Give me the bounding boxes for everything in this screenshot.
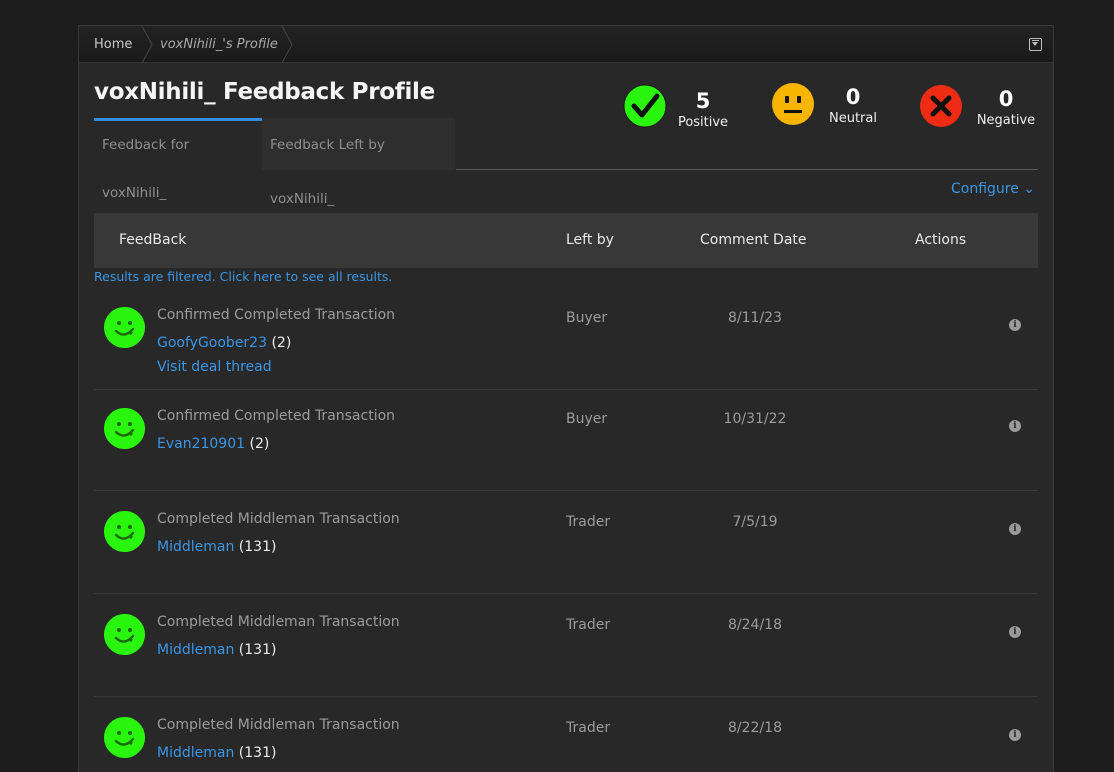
neutral-face-icon xyxy=(772,83,814,125)
filter-notice-link[interactable]: Results are filtered. Click here to see … xyxy=(94,269,392,284)
tab-divider xyxy=(456,169,1038,170)
negative-label: Negative xyxy=(976,113,1036,128)
feedback-user-link[interactable]: Middleman (131) xyxy=(157,642,276,658)
positive-label: Positive xyxy=(677,115,729,130)
page-title: voxNihili_ Feedback Profile xyxy=(94,79,435,105)
smiley-positive-icon xyxy=(104,717,145,758)
smiley-positive-icon xyxy=(104,408,145,449)
breadcrumb-current[interactable]: voxNihili_'s Profile xyxy=(160,26,278,63)
user-name[interactable]: Middleman xyxy=(157,539,234,555)
neutral-label: Neutral xyxy=(829,111,877,126)
user-feedback-count: (2) xyxy=(271,335,292,351)
user-feedback-count: (131) xyxy=(238,642,277,658)
deal-thread-link[interactable]: Visit deal thread xyxy=(157,359,272,375)
comment-date: 8/11/23 xyxy=(728,310,782,326)
user-name[interactable]: Middleman xyxy=(157,642,234,658)
feedback-type: Confirmed Completed Transaction xyxy=(157,408,396,424)
left-by: Trader xyxy=(566,514,611,530)
neutral-count: 0 xyxy=(845,85,861,109)
left-by: Trader xyxy=(566,720,611,736)
table-row: Confirmed Completed Transaction GoofyGoo… xyxy=(94,287,1038,390)
smiley-positive-icon xyxy=(104,307,145,348)
table-row: Confirmed Completed Transaction Evan2109… xyxy=(94,388,1038,491)
positive-count: 5 xyxy=(695,89,711,113)
positive-check-icon xyxy=(623,84,667,128)
info-icon[interactable]: i xyxy=(1009,729,1021,741)
user-feedback-count: (131) xyxy=(238,745,277,761)
negative-count: 0 xyxy=(998,87,1014,111)
left-by: Buyer xyxy=(566,411,608,427)
breadcrumb-separator-icon xyxy=(141,26,153,63)
smiley-positive-icon xyxy=(104,511,145,552)
tab-feedback-for[interactable]: Feedback for voxNihili_ xyxy=(94,118,262,201)
tab-feedback-left[interactable]: Feedback Left by voxNihili_ xyxy=(262,118,455,207)
table-row: Completed Middleman Transaction Middlema… xyxy=(94,491,1038,594)
user-name[interactable]: Evan210901 xyxy=(157,436,245,452)
table-row: Completed Middleman Transaction Middlema… xyxy=(94,594,1038,697)
comment-date: 8/22/18 xyxy=(728,720,782,736)
user-name[interactable]: Middleman xyxy=(157,745,234,761)
breadcrumb-separator-icon xyxy=(281,26,293,63)
breadcrumb: Home voxNihili_'s Profile xyxy=(79,26,1053,63)
info-icon[interactable]: i xyxy=(1009,319,1021,331)
feedback-user-link[interactable]: GoofyGoober23 (2) xyxy=(157,335,291,351)
column-feedback: FeedBack xyxy=(119,232,187,248)
collapse-icon[interactable] xyxy=(1029,38,1042,51)
info-icon[interactable]: i xyxy=(1009,420,1021,432)
comment-date: 7/5/19 xyxy=(732,514,778,530)
feedback-user-link[interactable]: Middleman (131) xyxy=(157,539,276,555)
table-row: Completed Middleman Transaction Middlema… xyxy=(94,697,1038,772)
feedback-type: Completed Middleman Transaction xyxy=(157,717,400,733)
smiley-positive-icon xyxy=(104,614,145,655)
table-header: FeedBack Left by Comment Date Actions xyxy=(94,213,1038,268)
user-name[interactable]: GoofyGoober23 xyxy=(157,335,267,351)
comment-date: 8/24/18 xyxy=(728,617,782,633)
left-by: Buyer xyxy=(566,310,608,326)
left-by: Trader xyxy=(566,617,611,633)
user-feedback-count: (2) xyxy=(249,436,270,452)
column-actions: Actions xyxy=(915,232,967,248)
info-icon[interactable]: i xyxy=(1009,523,1021,535)
feedback-type: Completed Middleman Transaction xyxy=(157,614,400,630)
configure-button[interactable]: Configure ⌄ xyxy=(951,181,1035,197)
feedback-user-link[interactable]: Middleman (131) xyxy=(157,745,276,761)
user-feedback-count: (131) xyxy=(238,539,277,555)
column-comment-date: Comment Date xyxy=(700,232,807,248)
info-icon[interactable]: i xyxy=(1009,626,1021,638)
comment-date: 10/31/22 xyxy=(723,411,787,427)
negative-x-icon xyxy=(920,85,962,127)
column-left-by: Left by xyxy=(566,232,614,248)
feedback-panel: Home voxNihili_'s Profile voxNihili_ Fee… xyxy=(78,25,1054,772)
feedback-type: Confirmed Completed Transaction xyxy=(157,307,396,323)
feedback-type: Completed Middleman Transaction xyxy=(157,511,400,527)
feedback-user-link[interactable]: Evan210901 (2) xyxy=(157,436,269,452)
breadcrumb-home[interactable]: Home xyxy=(94,26,132,63)
